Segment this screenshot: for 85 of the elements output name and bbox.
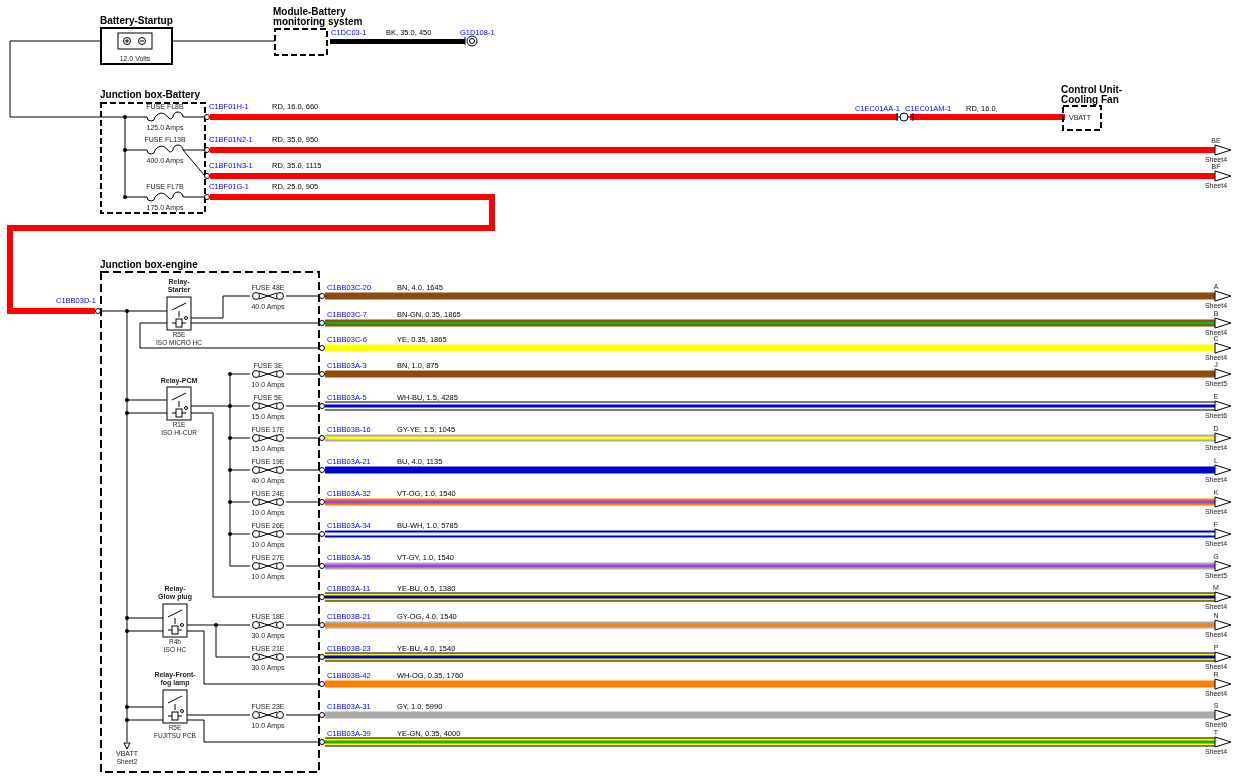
offpage-arrow-icon [1214, 651, 1232, 663]
fuse-icon [252, 621, 284, 629]
junction-dot [125, 616, 129, 620]
offpage-arrow-icon [1214, 736, 1232, 748]
fuse-icon [252, 434, 284, 442]
connector-pin-icon [319, 739, 325, 745]
junction-dot [228, 532, 232, 536]
offpage-arrow-icon [1214, 400, 1232, 412]
junction-dot [123, 148, 127, 152]
offpage-arrow-icon [1214, 591, 1232, 603]
fuse-icon [252, 562, 284, 570]
junction-dot [123, 195, 127, 199]
connector-pin-icon [204, 173, 210, 179]
control-unit-box [1062, 105, 1102, 131]
connector-pin-icon [319, 403, 325, 409]
junction-dot [228, 500, 232, 504]
junction-dot [123, 115, 127, 119]
connector-pin-icon [319, 622, 325, 628]
connector-pin-icon [319, 371, 325, 377]
junction-dot [214, 623, 218, 627]
connector-pin-icon [319, 531, 325, 537]
ground-icon [464, 35, 478, 47]
component-title: Battery-Startup [100, 15, 173, 26]
connector-pin-icon [319, 712, 325, 718]
offpage-arrow-icon [1214, 342, 1232, 354]
offpage-arrow-icon [1214, 709, 1232, 721]
fuse-icon [252, 498, 284, 506]
connector-pin-icon [319, 681, 325, 687]
relay-drawing [166, 386, 192, 421]
offpage-arrow-icon [1214, 144, 1232, 156]
connector-pin-icon [95, 308, 101, 314]
battery-icon [117, 32, 153, 50]
fuse-icon [252, 653, 284, 661]
fuse-icon [252, 402, 284, 410]
relay-drawing [162, 603, 188, 638]
fuse-icon [252, 530, 284, 538]
connector-pin-icon [319, 654, 325, 660]
junction-dot [228, 372, 232, 376]
fuse-icon [252, 292, 284, 300]
connector-pin-icon [319, 594, 325, 600]
fuse-icon [146, 111, 184, 122]
junction-dot [125, 629, 129, 633]
offpage-arrow-icon [1214, 317, 1232, 329]
junction-dot [228, 436, 232, 440]
fuse-icon [146, 191, 184, 202]
component-title: Junction box-engine [100, 259, 198, 270]
component-title: Module-Battery monitoring system [273, 6, 363, 27]
fuse-icon [252, 466, 284, 474]
offpage-arrow-icon [1214, 678, 1232, 690]
offpage-arrow-icon [1214, 464, 1232, 476]
connector-pin-icon [204, 114, 210, 120]
offpage-arrow-icon [1214, 432, 1232, 444]
relay-drawing [166, 296, 192, 331]
module-box [274, 28, 328, 56]
connector-pin-icon [204, 194, 210, 200]
component-title: Control Unit- Cooling Fan [1061, 84, 1123, 105]
fuse-icon [146, 144, 184, 155]
connector-pin-icon [319, 563, 325, 569]
junction-dot [125, 718, 129, 722]
junction-dot [228, 468, 232, 472]
component-title: Junction box-Battery [100, 89, 200, 100]
junction-dot [228, 404, 232, 408]
offpage-arrow-icon [1214, 528, 1232, 540]
splice-icon [896, 112, 914, 122]
terminal-arrow-icon [123, 742, 131, 750]
junction-dot [125, 309, 129, 313]
junction-dot [125, 705, 129, 709]
fuse-icon [252, 370, 284, 378]
connector-pin-icon [319, 499, 325, 505]
connector-pin-icon [319, 320, 325, 326]
connector-pin-icon [319, 293, 325, 299]
connector-pin-icon [319, 467, 325, 473]
fuse-icon [252, 711, 284, 719]
offpage-arrow-icon [1214, 560, 1232, 572]
relay-drawing [162, 689, 188, 724]
offpage-arrow-icon [1214, 496, 1232, 508]
offpage-arrow-icon [1214, 170, 1232, 182]
junction-dot [125, 398, 129, 402]
offpage-arrow-icon [1214, 290, 1232, 302]
offpage-arrow-icon [1214, 619, 1232, 631]
offpage-arrow-icon [1214, 368, 1232, 380]
connector-pin-icon [319, 345, 325, 351]
connector-pin-icon [204, 147, 210, 153]
connector-pin-icon [319, 435, 325, 441]
junction-dot [125, 411, 129, 415]
